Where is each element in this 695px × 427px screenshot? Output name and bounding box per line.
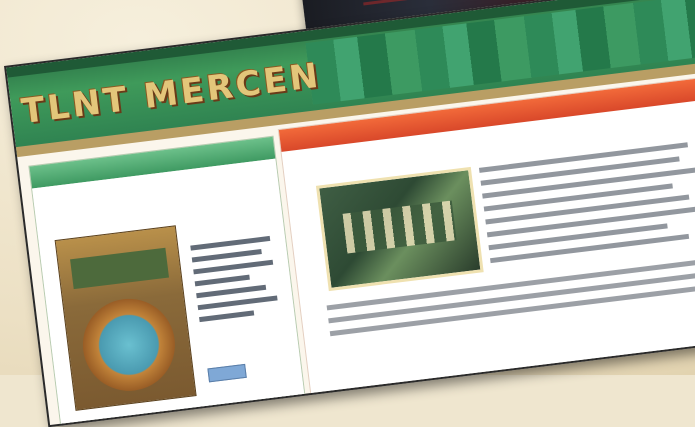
sidebar-panel [28,135,306,427]
book-cover-image[interactable] [54,225,197,411]
book-cover-emblem [77,293,181,397]
text-line [490,233,690,264]
main-content [277,76,695,400]
text-line [193,259,274,275]
sidebar-panel-body [32,158,305,427]
article-body-text [478,141,695,271]
article-photo-detail [342,200,457,254]
sidebar-text-block [190,235,280,329]
article-photo-image[interactable] [315,166,484,292]
text-line [197,295,278,311]
sidebar-button[interactable] [207,363,247,383]
text-line [194,274,250,287]
book-cover-title-plate [70,247,170,290]
text-line [488,223,668,251]
background-photo-detail [363,0,483,6]
text-line [199,310,255,323]
text-line [196,284,267,299]
text-line [191,249,262,263]
